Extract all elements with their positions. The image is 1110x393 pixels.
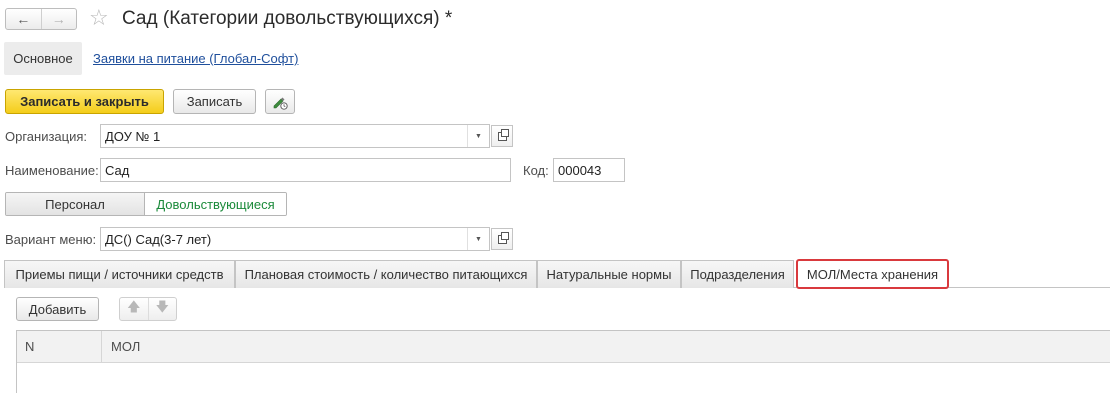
add-button[interactable]: Добавить xyxy=(16,297,99,321)
forward-button[interactable]: → xyxy=(40,9,77,29)
menu-variant-open-button[interactable] xyxy=(491,228,513,250)
organization-label: Организация: xyxy=(5,129,88,144)
back-button[interactable]: ← xyxy=(6,9,41,29)
code-value: 000043 xyxy=(558,162,602,178)
arrow-left-icon: ← xyxy=(16,11,31,27)
organization-field[interactable]: ДОУ № 1 ▼ xyxy=(100,124,490,148)
category-type-switch: Персонал Довольствующиеся xyxy=(5,192,287,216)
name-label: Наименование: xyxy=(5,163,99,178)
tab-planned-cost[interactable]: Плановая стоимость / количество питающих… xyxy=(235,260,537,288)
tab-mol-storage[interactable]: МОЛ/Места хранения xyxy=(796,259,949,289)
organization-open-button[interactable] xyxy=(491,125,513,147)
menu-variant-label: Вариант меню: xyxy=(5,232,97,247)
code-field[interactable]: 000043 xyxy=(553,158,625,182)
mol-table: N МОЛ xyxy=(16,330,1110,393)
tab-natural-norms[interactable]: Натуральные нормы xyxy=(537,260,681,288)
organization-value: ДОУ № 1 xyxy=(105,128,161,144)
dropdown-icon[interactable]: ▼ xyxy=(467,125,489,147)
arrow-down-icon: 🡇 xyxy=(155,299,169,314)
code-label: Код: xyxy=(523,163,549,178)
tab-departments[interactable]: Подразделения xyxy=(681,260,794,288)
name-value: Сад xyxy=(105,162,130,178)
navigation-buttons: ← → xyxy=(5,8,77,30)
open-window-icon xyxy=(497,128,509,141)
name-field[interactable]: Сад xyxy=(100,158,511,182)
save-button[interactable]: Записать xyxy=(173,89,256,114)
table-header: N МОЛ xyxy=(17,331,1110,363)
save-and-close-button[interactable]: Записать и закрыть xyxy=(5,89,164,114)
section-link-meal-requests[interactable]: Заявки на питание (Глобал-Софт) xyxy=(93,51,298,66)
switch-option-allowance[interactable]: Довольствующиеся xyxy=(145,193,286,215)
edit-history-button[interactable] xyxy=(265,89,295,114)
section-tab-main[interactable]: Основное xyxy=(4,42,82,75)
column-header-mol[interactable]: МОЛ xyxy=(102,339,140,354)
arrow-up-icon: 🡅 xyxy=(127,299,141,314)
column-header-n[interactable]: N xyxy=(17,331,102,362)
move-buttons: 🡅 🡇 xyxy=(119,297,177,321)
star-icon[interactable]: ☆ xyxy=(89,5,109,31)
switch-option-staff[interactable]: Персонал xyxy=(6,193,145,215)
menu-variant-value: ДС() Сад(3-7 лет) xyxy=(105,231,212,247)
open-window-icon xyxy=(497,231,509,244)
page-title: Сад (Категории довольствующихся) * xyxy=(122,8,453,29)
menu-variant-field[interactable]: ДС() Сад(3-7 лет) ▼ xyxy=(100,227,490,251)
arrow-right-icon: → xyxy=(51,11,66,27)
move-down-button[interactable]: 🡇 xyxy=(147,298,177,320)
dropdown-icon[interactable]: ▼ xyxy=(467,228,489,250)
tab-meals-sources[interactable]: Приемы пищи / источники средств xyxy=(4,260,235,288)
move-up-button[interactable]: 🡅 xyxy=(120,298,148,320)
pen-clock-icon xyxy=(273,97,288,110)
